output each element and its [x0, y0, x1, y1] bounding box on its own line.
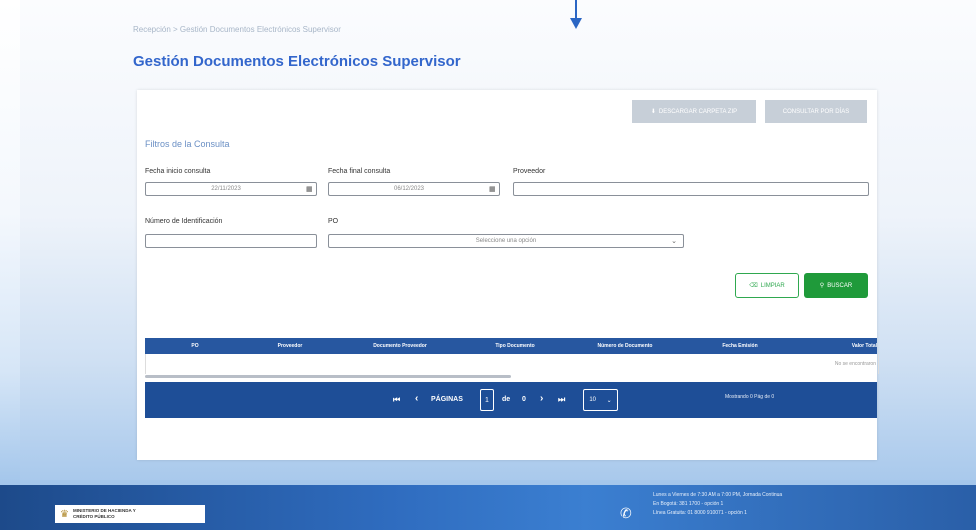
- column-header-total-value[interactable]: Valor Total: [795, 343, 877, 349]
- chevron-down-icon: ⌄: [671, 238, 677, 245]
- column-header-provider[interactable]: Proveedor: [245, 343, 335, 349]
- query-by-days-label: CONSULTAR POR DÍAS: [782, 108, 850, 115]
- column-header-issue-date[interactable]: Fecha Emisión: [685, 343, 795, 349]
- total-pages: 0: [522, 396, 526, 403]
- first-page-icon[interactable]: ⏮: [393, 395, 400, 405]
- start-date-field[interactable]: 22/11/2023 ▦: [145, 182, 317, 196]
- footer: ♛ MINISTERIO DE HACIENDA Y CRÉDITO PÚBLI…: [0, 485, 976, 530]
- next-page-icon[interactable]: ›: [540, 393, 543, 404]
- search-button-label: BUSCAR: [827, 282, 853, 289]
- po-select[interactable]: Seleccione una opción ⌄: [328, 234, 684, 248]
- chevron-down-icon: ⌄: [606, 397, 612, 404]
- download-zip-label: DESCARGAR CARPETA ZIP: [658, 108, 738, 115]
- empty-table-message: No se encontraron: [834, 361, 876, 367]
- start-date-value: 22/11/2023: [211, 186, 241, 192]
- contact-hours: Lunes a Viernes de 7:30 AM a 7:00 PM, Jo…: [653, 492, 783, 498]
- coat-of-arms-icon: ♛: [60, 508, 69, 520]
- pagination-range-text: Mostrando 0 Pág de 0: [725, 394, 775, 400]
- page-size-value: 10: [589, 397, 596, 403]
- clear-button[interactable]: ⌫ LIMPIAR: [735, 273, 799, 298]
- ministry-logo[interactable]: ♛ MINISTERIO DE HACIENDA Y CRÉDITO PÚBLI…: [55, 505, 205, 523]
- column-header-document-type[interactable]: Tipo Documento: [465, 343, 565, 349]
- id-number-label: Número de Identificación: [145, 218, 223, 225]
- calendar-icon[interactable]: ▦: [489, 185, 499, 193]
- of-label: de: [502, 396, 511, 403]
- current-page-input[interactable]: 1: [480, 389, 494, 411]
- table-body: No se encontraron: [145, 354, 879, 374]
- end-date-label: Fecha final consulta: [328, 168, 391, 175]
- breadcrumb[interactable]: Recepción > Gestión Documentos Electróni…: [133, 25, 341, 34]
- previous-page-icon[interactable]: ‹: [415, 393, 418, 404]
- provider-label: Proveedor: [513, 168, 546, 175]
- main-card: ⬇ DESCARGAR CARPETA ZIP CONSULTAR POR DÍ…: [137, 90, 879, 460]
- provider-input[interactable]: [513, 182, 869, 196]
- table-header: PO Proveedor Documento Proveedor Tipo Do…: [145, 338, 877, 354]
- page-size-select[interactable]: 10 ⌄: [583, 389, 618, 411]
- po-select-value: Seleccione una opción: [475, 238, 537, 244]
- column-header-po[interactable]: PO: [145, 343, 245, 349]
- end-date-field[interactable]: 06/12/2023 ▦: [328, 182, 500, 196]
- arrow-down-icon: [570, 0, 582, 29]
- calendar-icon[interactable]: ▦: [306, 185, 316, 193]
- last-page-icon[interactable]: ⏭: [558, 395, 565, 405]
- clear-button-label: LIMPIAR: [760, 282, 785, 289]
- po-label: PO: [328, 218, 339, 225]
- start-date-label: Fecha inicio consulta: [145, 168, 211, 175]
- contact-info: Lunes a Viernes de 7:30 AM a 7:00 PM, Jo…: [653, 491, 782, 518]
- download-icon: ⬇: [650, 109, 656, 115]
- ministry-name-line2: CRÉDITO PÚBLICO: [72, 514, 115, 519]
- pagination-bar: ⏮ ‹ PÁGINAS 1 de 0 › ⏭ 10 ⌄ Mostrando 0 …: [145, 382, 877, 418]
- column-header-provider-document[interactable]: Documento Proveedor: [335, 343, 465, 349]
- filters-section-title: Filtros de la Consulta: [145, 139, 230, 149]
- phone-icon: ✆: [620, 505, 632, 521]
- search-button[interactable]: ⚲ BUSCAR: [804, 273, 868, 298]
- query-by-days-button[interactable]: CONSULTAR POR DÍAS: [765, 100, 867, 123]
- id-number-input[interactable]: [145, 234, 317, 248]
- search-icon: ⚲: [819, 283, 825, 289]
- end-date-value: 06/12/2023: [393, 186, 425, 192]
- page-title: Gestión Documentos Electrónicos Supervis…: [133, 53, 461, 70]
- horizontal-scrollbar[interactable]: [145, 375, 511, 378]
- contact-bogota: En Bogotá: 381 1700 - opción 1: [653, 501, 724, 507]
- eraser-icon: ⌫: [749, 283, 758, 289]
- column-header-document-number[interactable]: Número de Documento: [565, 343, 685, 349]
- contact-free-line: Línea Gratuita: 01 8000 910071 - opción …: [653, 510, 747, 516]
- download-zip-button[interactable]: ⬇ DESCARGAR CARPETA ZIP: [632, 100, 756, 123]
- pages-label: PÁGINAS: [431, 396, 463, 403]
